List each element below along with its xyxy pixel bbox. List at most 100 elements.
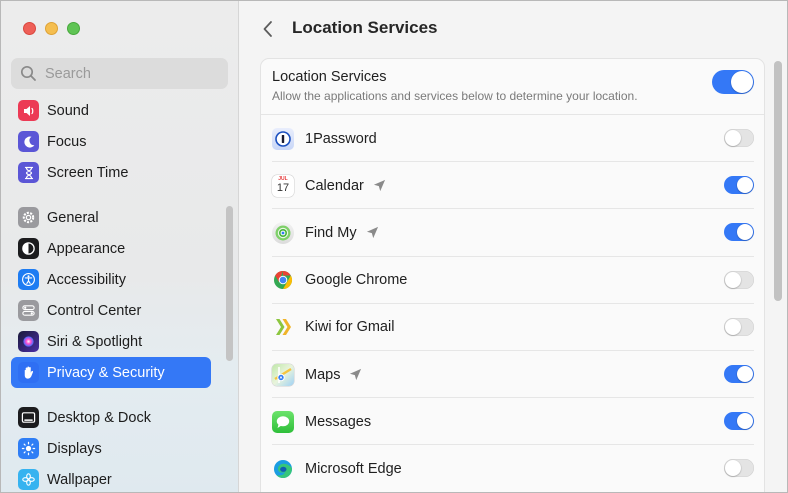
toggle-knob (737, 177, 753, 194)
toggle-calendar[interactable] (724, 176, 754, 195)
sidebar-item-label: Appearance (47, 240, 126, 257)
toggle-knob (737, 224, 753, 241)
zoom-window-button[interactable] (67, 22, 80, 35)
app-row-kiwi-for-gmail: Kiwi for Gmail (261, 304, 764, 352)
sidebar-item-label: Desktop & Dock (47, 409, 151, 426)
app-row-google-chrome: Google Chrome (261, 257, 764, 304)
sidebar-item-accessibility[interactable]: Accessibility (11, 264, 211, 295)
search-field[interactable] (11, 58, 228, 89)
sidebar-separator (11, 188, 211, 202)
control-center-icon (18, 300, 39, 321)
search-input[interactable] (45, 65, 215, 82)
app-row-maps: Maps (261, 351, 764, 399)
minimize-window-button[interactable] (45, 22, 58, 35)
sidebar-item-appearance[interactable]: Appearance (11, 233, 211, 264)
toggle-google-chrome[interactable] (724, 270, 754, 289)
dock-icon (18, 407, 39, 428)
toggle-knob (737, 413, 753, 430)
system-settings-window: Sound Focus Screen Time (0, 0, 788, 493)
messages-icon (272, 410, 294, 433)
sidebar-item-label: General (47, 209, 99, 226)
sidebar-item-wallpaper[interactable]: Wallpaper (11, 464, 211, 492)
toggle-knob (725, 318, 741, 335)
app-row-find-my: Find My (261, 209, 764, 257)
master-title: Location Services (272, 69, 387, 85)
find-my-icon (272, 221, 294, 244)
sidebar-item-displays[interactable]: Displays (11, 433, 211, 464)
window-controls (23, 22, 80, 35)
sidebar-item-siri-spotlight[interactable]: Siri & Spotlight (11, 326, 211, 357)
toggle-kiwi-for-gmail[interactable] (724, 317, 754, 336)
app-name: Microsoft Edge (305, 460, 402, 477)
location-arrow-icon (350, 368, 362, 381)
sidebar-item-label: Screen Time (47, 164, 129, 181)
sidebar-item-label: Privacy & Security (47, 364, 165, 381)
siri-icon (18, 331, 39, 352)
content-scrollbar[interactable] (774, 61, 782, 301)
toggle-knob (737, 365, 753, 382)
app-name: Maps (305, 366, 341, 383)
sidebar-separator (11, 388, 211, 402)
onepassword-icon (272, 127, 294, 150)
sidebar-item-privacy-security[interactable]: Privacy & Security (11, 357, 211, 388)
sidebar-item-label: Control Center (47, 302, 142, 319)
main-content: Location Services Location Services Allo… (240, 1, 787, 492)
toggle-knob (731, 71, 753, 93)
close-window-button[interactable] (23, 22, 36, 35)
sidebar-item-label: Displays (47, 440, 102, 457)
sound-icon (18, 100, 39, 121)
toggle-find-my[interactable] (724, 223, 754, 242)
toggle-1password[interactable] (724, 129, 754, 147)
toggle-knob (725, 460, 741, 477)
app-name: Find My (305, 224, 357, 241)
sidebar-item-label: Accessibility (47, 271, 126, 288)
back-button[interactable] (257, 15, 279, 43)
toggle-microsoft-edge[interactable] (724, 459, 754, 478)
kiwi-icon (272, 316, 294, 338)
sidebar-scrollbar[interactable] (226, 206, 233, 361)
sidebar-item-label: Sound (47, 102, 89, 119)
sidebar-item-desktop-dock[interactable]: Desktop & Dock (11, 402, 211, 433)
sidebar-item-label: Focus (47, 133, 87, 150)
location-services-master-row: Location Services Allow the applications… (261, 59, 764, 115)
app-row-microsoft-edge: Microsoft Edge (261, 445, 764, 492)
location-arrow-icon (366, 227, 378, 239)
appearance-icon (18, 238, 39, 259)
sidebar: Sound Focus Screen Time (1, 1, 239, 492)
app-row-calendar: JUL 17 Calendar (261, 162, 764, 210)
master-description: Allow the applications and services belo… (272, 89, 638, 103)
displays-icon (18, 438, 39, 459)
toggle-maps[interactable] (724, 364, 754, 383)
location-arrow-icon (373, 180, 385, 192)
sidebar-item-focus[interactable]: Focus (11, 126, 211, 157)
accessibility-icon (18, 269, 39, 290)
page-title: Location Services (292, 18, 438, 37)
calendar-icon: JUL 17 (272, 174, 294, 197)
edge-icon (272, 458, 294, 480)
sidebar-item-screen-time[interactable]: Screen Time (11, 157, 211, 188)
hand-icon (18, 362, 39, 383)
chevron-left-icon (263, 21, 272, 37)
moon-icon (18, 131, 39, 152)
sidebar-item-sound[interactable]: Sound (11, 95, 211, 126)
app-name: Messages (305, 413, 372, 430)
toggle-messages[interactable] (724, 412, 754, 431)
sidebar-item-general[interactable]: General (11, 202, 211, 233)
location-services-toggle[interactable] (712, 70, 754, 94)
gear-icon (18, 207, 39, 228)
app-name: Google Chrome (305, 272, 408, 289)
app-name: 1Password (305, 130, 377, 147)
app-name: Kiwi for Gmail (305, 319, 395, 336)
sidebar-item-control-center[interactable]: Control Center (11, 295, 211, 326)
maps-icon (272, 363, 294, 386)
chrome-icon (272, 269, 294, 291)
sidebar-item-label: Siri & Spotlight (47, 333, 143, 350)
toggle-knob (725, 271, 741, 288)
wallpaper-icon (18, 469, 39, 490)
app-row-messages: Messages (261, 398, 764, 446)
calendar-day: 17 (276, 181, 290, 194)
sidebar-list: Sound Focus Screen Time General Appearan… (11, 95, 211, 492)
toggle-knob (725, 130, 741, 146)
search-icon (20, 65, 36, 81)
sidebar-item-label: Wallpaper (47, 471, 112, 488)
